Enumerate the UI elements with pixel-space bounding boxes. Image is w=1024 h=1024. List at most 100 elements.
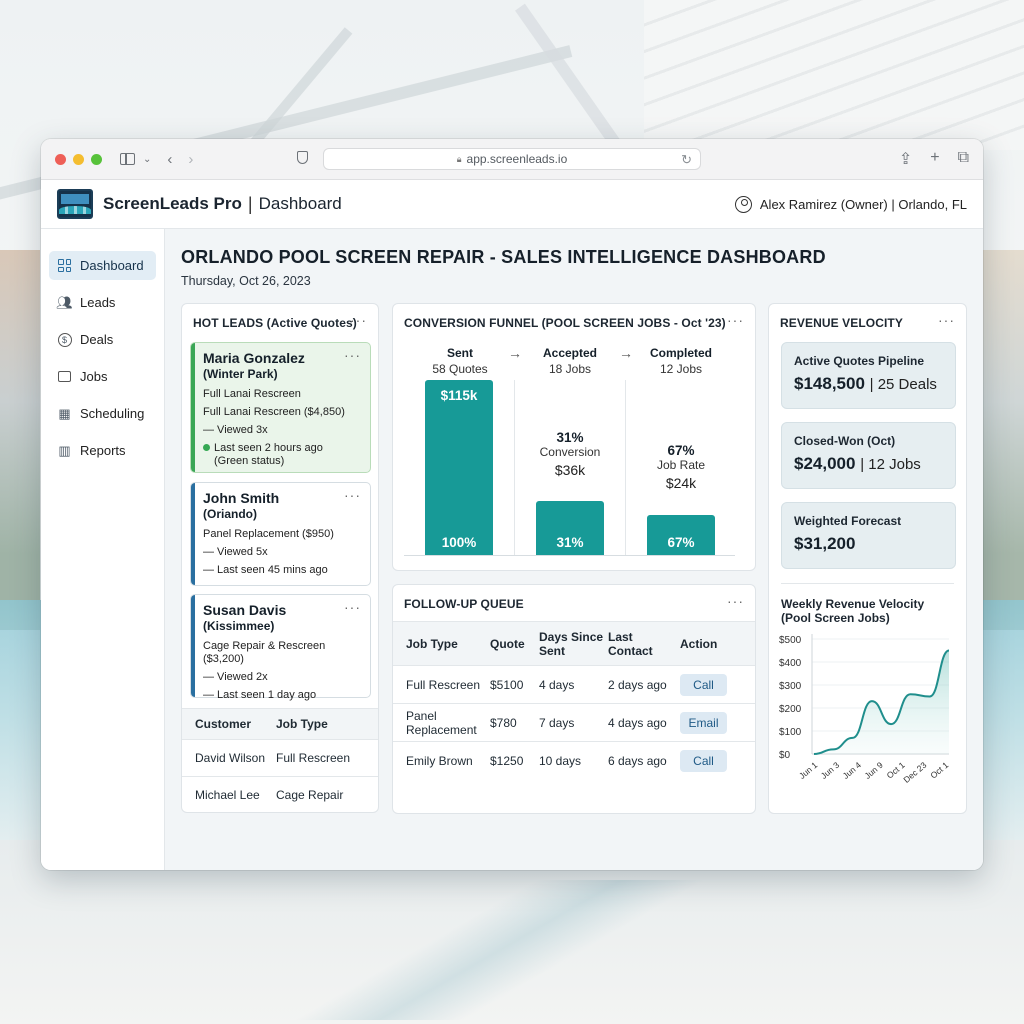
sidebar-item-dashboard[interactable]: Dashboard bbox=[49, 251, 156, 280]
more-options-icon[interactable]: ··· bbox=[938, 312, 955, 328]
kpi-weighted-forecast[interactable]: Weighted Forecast $31,200 bbox=[781, 502, 956, 569]
briefcase-icon bbox=[57, 369, 72, 384]
y-tick-label: $400 bbox=[779, 658, 802, 669]
new-tab-icon[interactable]: + bbox=[930, 149, 939, 169]
sidebar-item-scheduling[interactable]: ▦ Scheduling bbox=[49, 399, 156, 428]
users-icon: 👥︎ bbox=[56, 294, 73, 310]
table-row: Emily Brown $1250 10 days 6 days ago Cal… bbox=[393, 741, 755, 779]
shield-icon[interactable] bbox=[297, 151, 308, 164]
lead-card[interactable]: John Smith ··· (Oriando) Panel Replaceme… bbox=[190, 482, 371, 586]
address-bar[interactable]: 🔒︎ app.screenleads.io ↻ bbox=[323, 148, 701, 170]
lead-detail: — Viewed 3x bbox=[203, 424, 268, 436]
x-tick-label: Dec 23 bbox=[901, 760, 928, 785]
lead-detail: Panel Replacement ($950) bbox=[203, 528, 334, 540]
conversion-funnel-card: CONVERSION FUNNEL (POOL SCREEN JOBS - Oc… bbox=[392, 303, 756, 571]
funnel-stage-sent: Sent 58 Quotes bbox=[432, 346, 488, 376]
funnel-bar-accepted[interactable]: 31% bbox=[536, 501, 604, 555]
lead-name: Susan Davis bbox=[203, 602, 287, 618]
call-button[interactable]: Call bbox=[680, 673, 727, 696]
more-options-icon[interactable]: ··· bbox=[344, 347, 361, 363]
more-options-icon[interactable]: ··· bbox=[344, 487, 361, 503]
tabs-overview-icon[interactable]: ⧉ bbox=[958, 149, 969, 169]
screenleads-logo-icon[interactable] bbox=[57, 189, 93, 219]
more-options-icon[interactable]: ··· bbox=[344, 599, 361, 615]
lead-status: Last seen 2 hours ago bbox=[203, 442, 362, 455]
area-fill bbox=[814, 650, 949, 754]
x-tick-label: Jun 1 bbox=[797, 760, 820, 781]
lead-detail: — Last seen 1 day ago bbox=[203, 689, 317, 701]
sidebar-toggle-icon[interactable] bbox=[120, 153, 135, 165]
x-tick-label: Oct 1 bbox=[928, 760, 950, 781]
follow-up-table: Job Type Quote Days Since Sent Last Cont… bbox=[393, 621, 755, 779]
lead-detail: — Last seen 45 mins ago bbox=[203, 564, 328, 576]
sidebar-item-label: Deals bbox=[80, 332, 114, 347]
app-header: ScreenLeads Pro | Dashboard Alex Ramirez… bbox=[41, 180, 983, 229]
table-row: Full Rescreen $5100 4 days 2 days ago Ca… bbox=[393, 665, 755, 703]
y-tick-label: $200 bbox=[779, 704, 802, 715]
close-window-button[interactable] bbox=[55, 153, 66, 165]
sidebar-item-label: Jobs bbox=[80, 369, 108, 384]
table-header: Job Type Quote Days Since Sent Last Cont… bbox=[393, 621, 755, 665]
revenue-velocity-card: REVENUE VELOCITY ··· Active Quotes Pipel… bbox=[768, 303, 967, 814]
user-menu[interactable]: Alex Ramirez (Owner) | Orlando, FL bbox=[734, 195, 967, 213]
x-tick-label: Jun 3 bbox=[819, 760, 842, 781]
sidebar-item-reports[interactable]: ▥ Reports bbox=[49, 436, 156, 465]
sidebar-item-label: Dashboard bbox=[80, 258, 144, 273]
forward-icon[interactable]: › bbox=[188, 151, 193, 168]
more-options-icon[interactable]: ··· bbox=[350, 312, 367, 328]
table-row[interactable]: David Wilson Full Rescreen bbox=[182, 739, 378, 776]
divider bbox=[781, 583, 954, 584]
follow-up-queue-card: FOLLOW-UP QUEUE ··· Job Type Quote Days … bbox=[392, 584, 756, 814]
weekly-revenue-chart: $0 $100 $200 $300 $400 $500 Jun 1 Jun 3 Jun 4 Jun… bbox=[779, 634, 950, 785]
funnel-stage-completed: Completed 12 Jobs bbox=[649, 346, 712, 376]
y-tick-label: $100 bbox=[779, 727, 802, 738]
more-options-icon[interactable]: ··· bbox=[727, 312, 744, 328]
main-content: ORLANDO POOL SCREEN REPAIR - SALES INTEL… bbox=[165, 229, 983, 870]
funnel-baseline bbox=[404, 555, 735, 556]
lead-card[interactable]: Susan Davis ··· (Kissimmee) Cage Repair … bbox=[190, 594, 371, 701]
back-icon[interactable]: ‹ bbox=[167, 151, 172, 168]
table-row[interactable]: Michael Lee Cage Repair bbox=[182, 776, 378, 813]
y-tick-label: $500 bbox=[779, 635, 802, 646]
more-options-icon[interactable]: ··· bbox=[727, 593, 744, 609]
url-text: app.screenleads.io bbox=[466, 152, 568, 166]
lead-detail: — Viewed 5x bbox=[203, 546, 268, 558]
table-row: Panel Replacement $780 7 days 4 days ago… bbox=[393, 703, 755, 741]
kpi-closed-won[interactable]: Closed-Won (Oct) $24,000 | 12 Jobs bbox=[781, 422, 956, 489]
lead-name: John Smith bbox=[203, 490, 280, 506]
x-tick-label: Jun 4 bbox=[841, 760, 864, 781]
browser-window: ⌄ ‹ › 🔒︎ app.screenleads.io ↻ ⇪ + ⧉ Scre… bbox=[41, 139, 983, 870]
share-icon[interactable]: ⇪ bbox=[899, 149, 912, 169]
lead-name: Maria Gonzalez bbox=[203, 350, 305, 366]
funnel-stage-accepted: Accepted 18 Jobs bbox=[542, 346, 598, 376]
lead-location: (Kissimmee) bbox=[203, 619, 275, 633]
reload-icon[interactable]: ↻ bbox=[681, 152, 692, 168]
bar-chart-icon: ▥ bbox=[58, 442, 71, 458]
lead-detail: Full Lanai Rescreen bbox=[203, 388, 301, 400]
lead-detail: — Viewed 2x bbox=[203, 671, 268, 683]
lead-detail: Full Lanai Rescreen ($4,850) bbox=[203, 406, 345, 418]
dollar-icon: $ bbox=[57, 332, 72, 347]
page-date: Thursday, Oct 26, 2023 bbox=[181, 274, 311, 288]
sidebar-item-leads[interactable]: 👥︎ Leads bbox=[49, 288, 156, 317]
card-title: CONVERSION FUNNEL (POOL SCREEN JOBS - Oc… bbox=[404, 316, 726, 330]
status-dot-icon bbox=[203, 444, 210, 451]
chevron-down-icon[interactable]: ⌄ bbox=[143, 154, 151, 165]
table-header: Customer Job Type bbox=[182, 708, 378, 739]
sidebar-item-deals[interactable]: $ Deals bbox=[49, 325, 156, 354]
funnel-bar-sent[interactable]: $115k 100% bbox=[425, 380, 493, 555]
lead-card[interactable]: Maria Gonzalez ··· (Winter Park) Full La… bbox=[190, 342, 371, 473]
card-title: HOT LEADS (Active Quotes) bbox=[193, 316, 357, 330]
call-button[interactable]: Call bbox=[680, 749, 727, 772]
email-button[interactable]: Email bbox=[680, 711, 727, 734]
sidebar-item-jobs[interactable]: Jobs bbox=[49, 362, 156, 391]
lead-detail: Cage Repair & Rescreen ($3,200) bbox=[203, 640, 326, 665]
sidebar-item-label: Leads bbox=[80, 295, 116, 310]
brand-separator: | bbox=[247, 193, 253, 214]
funnel-bar-completed[interactable]: 67% bbox=[647, 515, 715, 555]
card-title: FOLLOW-UP QUEUE bbox=[404, 597, 524, 611]
maximize-window-button[interactable] bbox=[91, 153, 102, 165]
chart-title: Weekly Revenue Velocity (Pool Screen Job… bbox=[781, 597, 925, 625]
kpi-active-quotes[interactable]: Active Quotes Pipeline $148,500 | 25 Dea… bbox=[781, 342, 956, 409]
minimize-window-button[interactable] bbox=[73, 153, 84, 165]
